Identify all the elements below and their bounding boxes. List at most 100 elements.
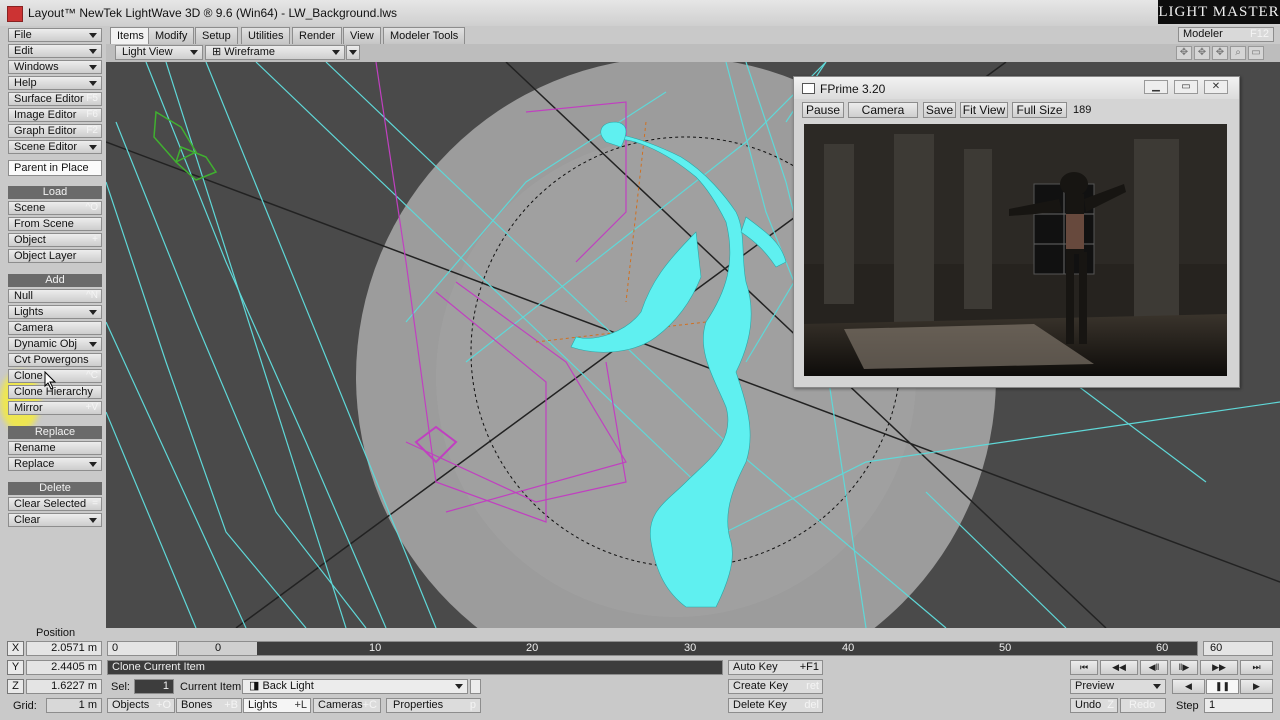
clear-button[interactable]: Clear <box>8 513 102 527</box>
menu-file[interactable]: File <box>8 28 102 42</box>
button-label: Surface Editor <box>14 93 84 105</box>
item-options-button[interactable] <box>470 679 481 694</box>
redo-button[interactable]: Redo <box>1120 698 1166 713</box>
delete-header: Delete <box>8 482 102 495</box>
button-label: Lights <box>248 699 278 711</box>
view-type-select[interactable]: Light View <box>115 45 203 60</box>
objects-filter-button[interactable]: Objects +O <box>107 698 175 713</box>
rename-button[interactable]: Rename <box>8 441 102 455</box>
grid-size-field[interactable]: 1 m <box>46 698 102 713</box>
image-editor-button[interactable]: Image Editor F6 <box>8 108 102 122</box>
rotate-view-icon[interactable]: ✥ <box>1194 46 1210 60</box>
orbit-view-icon[interactable]: ✥ <box>1212 46 1228 60</box>
cvt-powergons-button[interactable]: Cvt Powergons <box>8 353 102 367</box>
undo-button[interactable]: Undo Z <box>1070 698 1118 713</box>
prev-key-icon[interactable]: ◀◀ <box>1100 660 1138 675</box>
position-z-field[interactable]: 1.6227 m <box>26 679 102 694</box>
shortcut-label: +L <box>294 699 307 711</box>
tab-view[interactable]: View <box>343 27 381 44</box>
mirror-button[interactable]: Mirror +V <box>8 401 102 415</box>
current-item-select[interactable]: ◨ Back Light <box>242 679 468 694</box>
button-label: Scene <box>14 202 46 214</box>
position-x-field[interactable]: 2.0571 m <box>26 641 102 656</box>
grid-icon: ⊞ <box>212 46 225 58</box>
position-label: Position <box>36 627 76 639</box>
modeler-button[interactable]: Modeler F12 <box>1178 27 1274 42</box>
viewport-options-button[interactable] <box>346 45 360 60</box>
properties-button[interactable]: Properties p <box>386 698 481 713</box>
tab-setup[interactable]: Setup <box>195 27 238 44</box>
graph-editor-button[interactable]: Graph Editor F2 <box>8 124 102 138</box>
position-y-field[interactable]: 2.4405 m <box>26 660 102 675</box>
load-header: Load <box>8 186 102 199</box>
tab-render[interactable]: Render <box>292 27 343 44</box>
preview-select[interactable]: Preview <box>1070 679 1166 694</box>
fit-view-button[interactable]: Fit View <box>960 102 1008 118</box>
delete-key-button[interactable]: Delete Key del <box>728 698 823 713</box>
play-backward-icon[interactable]: ◀ <box>1172 679 1205 694</box>
chevron-down-icon <box>1153 684 1161 689</box>
create-key-button[interactable]: Create Key ret <box>728 679 823 694</box>
fprime-titlebar[interactable]: FPrime 3.20 ▁ ▭ ✕ <box>794 77 1239 99</box>
surface-editor-button[interactable]: Surface Editor F5 <box>8 92 102 106</box>
tab-utilities[interactable]: Utilities <box>241 27 291 44</box>
last-frame-icon[interactable]: ⏭ <box>1240 660 1273 675</box>
chevron-down-icon <box>349 50 357 55</box>
pause-icon[interactable]: ❚❚ <box>1206 679 1239 694</box>
zoom-view-icon[interactable]: ⌕ <box>1230 46 1246 60</box>
minimize-icon[interactable]: ▁ <box>1144 80 1168 94</box>
load-object-button[interactable]: Object + <box>8 233 102 247</box>
pause-button[interactable]: Pause <box>802 102 844 118</box>
axis-z-label: Z <box>7 679 24 694</box>
parent-in-place-toggle[interactable]: Parent in Place <box>8 160 102 176</box>
render-mode-select[interactable]: ⊞ Wireframe <box>205 45 345 60</box>
tab-modify[interactable]: Modify <box>148 27 195 44</box>
shortcut-label: +F1 <box>799 661 819 673</box>
button-label: Mirror <box>14 402 43 414</box>
full-size-button[interactable]: Full Size <box>1012 102 1067 118</box>
prev-frame-icon[interactable]: ◀‖ <box>1140 660 1168 675</box>
maximize-view-icon[interactable]: ▭ <box>1248 46 1264 60</box>
timeline-thumb[interactable]: 0 <box>179 642 257 655</box>
save-button[interactable]: Save <box>923 102 956 118</box>
next-key-icon[interactable]: ▶▶ <box>1200 660 1238 675</box>
status-bar: Clone Current Item <box>107 660 723 675</box>
button-label: Parent in Place <box>14 162 89 174</box>
close-icon[interactable]: ✕ <box>1204 80 1228 94</box>
camera-button[interactable]: Camera <box>848 102 918 118</box>
add-camera-button[interactable]: Camera <box>8 321 102 335</box>
start-frame-field[interactable]: 0 <box>107 641 177 656</box>
bottom-panel: Position X 2.0571 m Y 2.4405 m Z 1.6227 … <box>0 627 1280 720</box>
first-frame-icon[interactable]: ⏮ <box>1070 660 1098 675</box>
menu-edit[interactable]: Edit <box>8 44 102 58</box>
lights-filter-button[interactable]: Lights +L <box>243 698 311 713</box>
chevron-down-icon <box>89 342 97 347</box>
restore-icon[interactable]: ▭ <box>1174 80 1198 94</box>
load-object-layer-button[interactable]: Object Layer <box>8 249 102 263</box>
step-field[interactable]: 1 <box>1204 698 1273 713</box>
replace-button[interactable]: Replace <box>8 457 102 471</box>
grid-label: Grid: <box>13 700 37 712</box>
scene-editor-button[interactable]: Scene Editor <box>8 140 102 154</box>
load-scene-button[interactable]: Scene ^O <box>8 201 102 215</box>
load-from-scene-button[interactable]: From Scene <box>8 217 102 231</box>
bones-filter-button[interactable]: Bones +B <box>176 698 242 713</box>
add-lights-button[interactable]: Lights <box>8 305 102 319</box>
move-view-icon[interactable]: ✥ <box>1176 46 1192 60</box>
end-frame-field[interactable]: 60 <box>1203 641 1273 656</box>
menu-help[interactable]: Help <box>8 76 102 90</box>
play-forward-icon[interactable]: ▶ <box>1240 679 1273 694</box>
clear-selected-button[interactable]: Clear Selected = <box>8 497 102 511</box>
current-item-label: Current Item <box>180 681 242 693</box>
next-frame-icon[interactable]: ‖▶ <box>1170 660 1198 675</box>
add-dynamic-obj-button[interactable]: Dynamic Obj <box>8 337 102 351</box>
timeline-slider[interactable]: 0 10 20 30 40 50 60 <box>178 641 1198 656</box>
auto-key-button[interactable]: Auto Key +F1 <box>728 660 823 675</box>
button-label: From Scene <box>14 218 74 230</box>
add-null-button[interactable]: Null ^N <box>8 289 102 303</box>
button-label: Bones <box>181 699 213 711</box>
tab-modeler-tools[interactable]: Modeler Tools <box>383 27 466 44</box>
cameras-filter-button[interactable]: Cameras +C <box>313 698 381 713</box>
tab-items[interactable]: Items <box>110 27 151 44</box>
menu-windows[interactable]: Windows <box>8 60 102 74</box>
